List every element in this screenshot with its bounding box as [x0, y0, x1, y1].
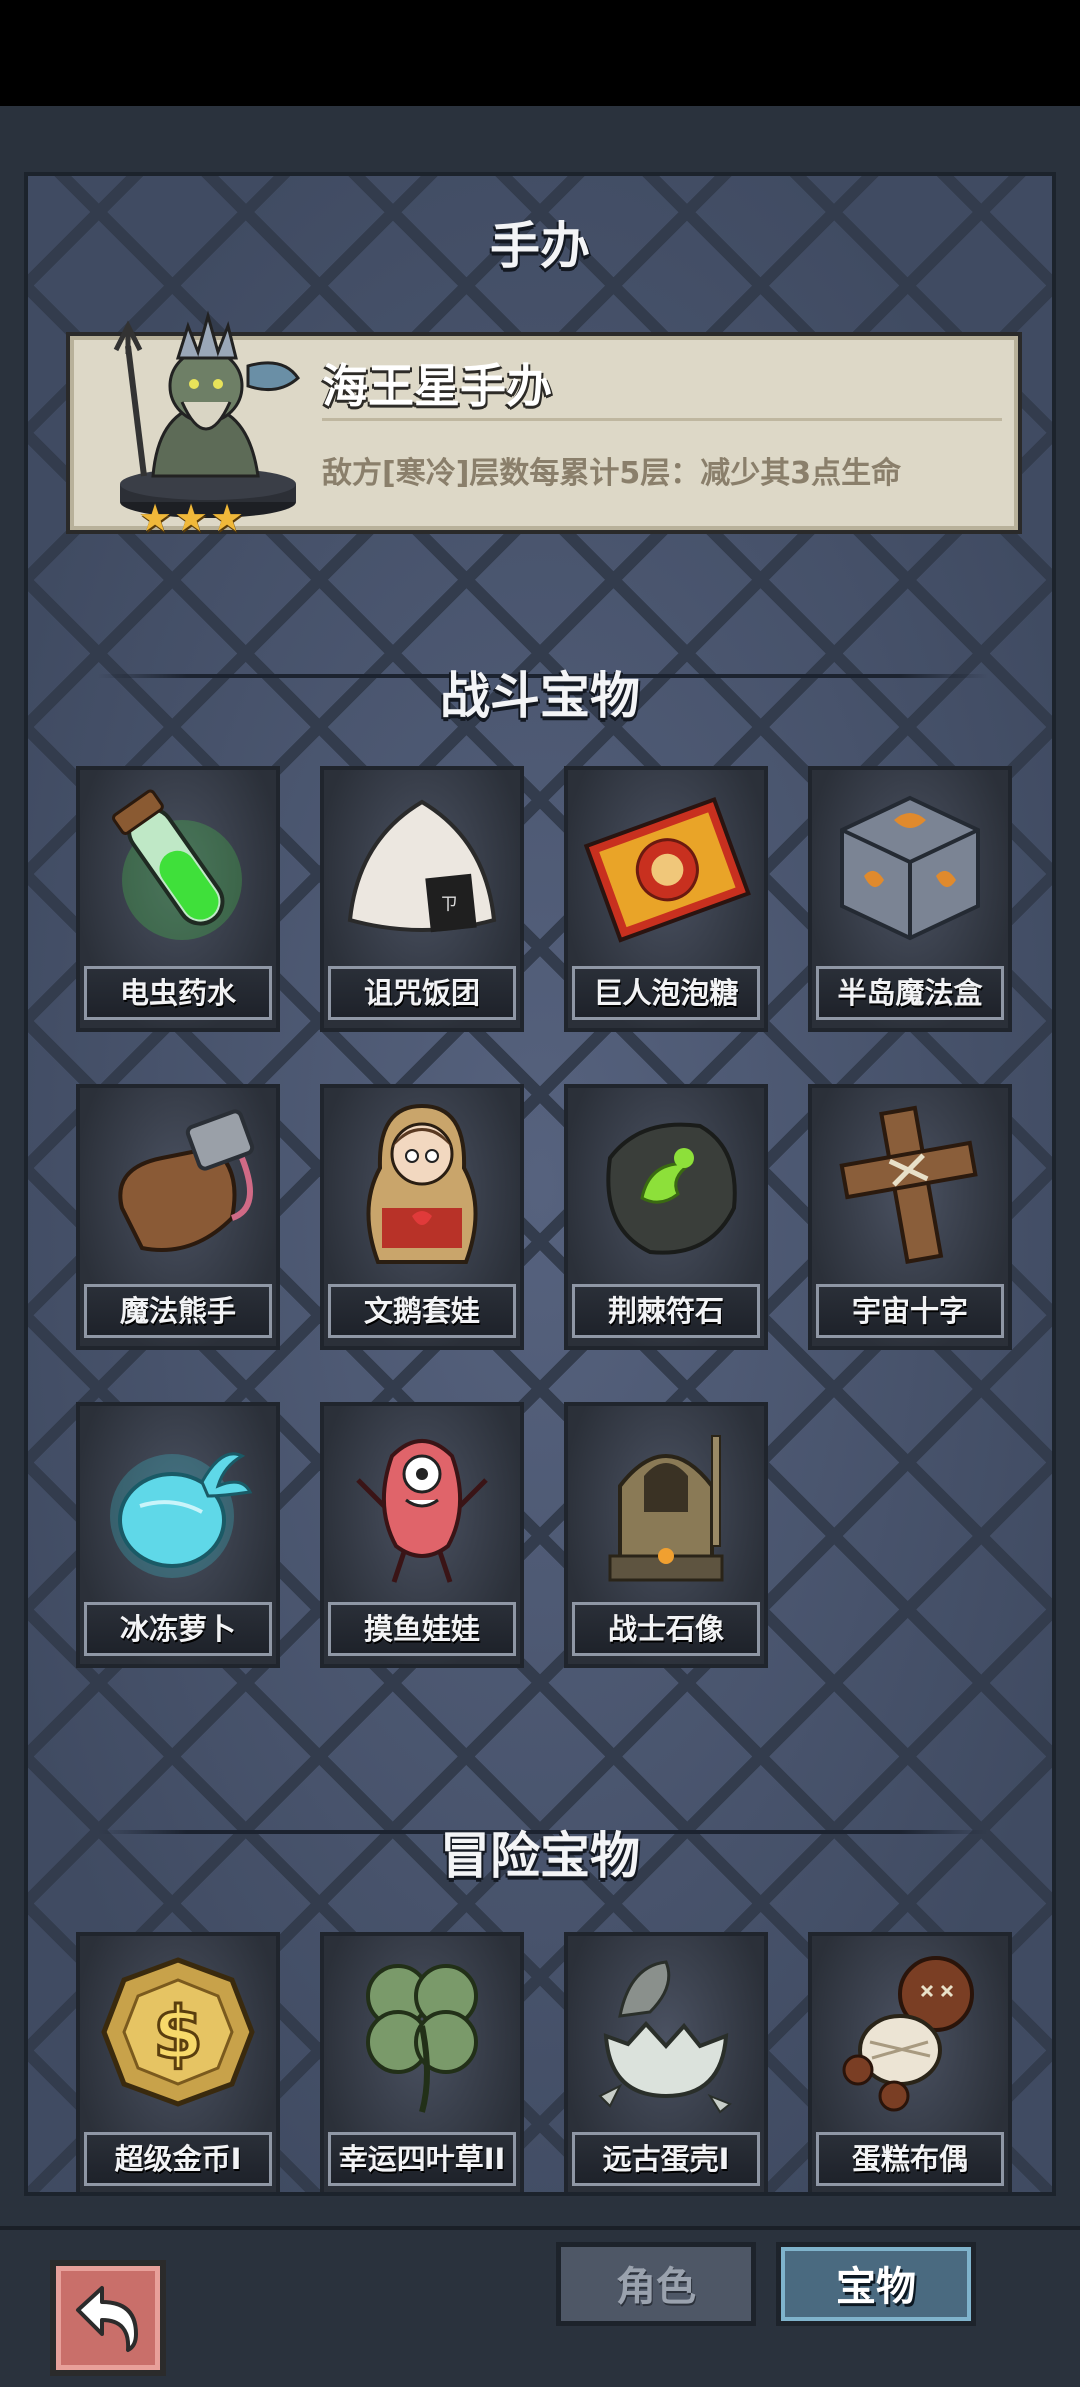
item-label: 文鹅套娃 — [328, 1284, 516, 1338]
four-leaf-clover-icon — [366, 1964, 478, 2113]
tab-role[interactable]: 角色 — [556, 2242, 756, 2326]
adventure-treasure-title: 冒险宝物 — [440, 1827, 640, 1885]
item-label: 摸鱼娃娃 — [328, 1602, 516, 1656]
item-label: 蛋糕布偶 — [816, 2132, 1004, 2186]
content-panel[interactable]: 手办 海王星手办 敌方[寒冷]层数每累计5层：减少其3点生命 ★ ★ ★ 战斗宝… — [24, 172, 1056, 2196]
svg-text:ㄗ: ㄗ — [440, 894, 458, 915]
item-label: 荆棘符石 — [572, 1284, 760, 1338]
item-label: 巨人泡泡糖 — [572, 966, 760, 1020]
item-card[interactable]: 蛋糕布偶 — [808, 1932, 1012, 2192]
gold-coin-icon: $ — [101, 1957, 255, 2107]
star-icon: ★ — [174, 496, 209, 540]
page-title: 手办 — [490, 217, 590, 275]
status-bar — [0, 0, 1080, 106]
item-card[interactable]: 远古蛋壳I — [564, 1932, 768, 2192]
item-label: 半岛魔法盒 — [816, 966, 1004, 1020]
item-card[interactable]: 文鹅套娃 — [320, 1084, 524, 1350]
item-card[interactable]: 幸运四叶草II — [320, 1932, 524, 2192]
item-card[interactable]: ㄗ 诅咒饭团 — [320, 766, 524, 1032]
figure-description: 敌方[寒冷]层数每累计5层：减少其3点生命 — [322, 456, 902, 491]
figure-divider — [322, 418, 1002, 421]
bottom-bar: 角色 宝物 — [0, 2226, 1080, 2387]
item-label: 电虫药水 — [84, 966, 272, 1020]
item-label: 幸运四叶草II — [328, 2132, 516, 2186]
item-label: 冰冻萝卜 — [84, 1602, 272, 1656]
item-card[interactable]: 荆棘符石 — [564, 1084, 768, 1350]
back-arrow-icon — [76, 2286, 138, 2352]
pink-doll-icon — [356, 1439, 488, 1583]
treasure-screen: 手办 海王星手办 敌方[寒冷]层数每累计5层：减少其3点生命 ★ ★ ★ 战斗宝… — [0, 106, 1080, 2226]
neptune-figure-icon — [113, 310, 300, 518]
nesting-doll-icon — [366, 1103, 478, 1264]
green-potion-icon — [112, 789, 242, 940]
bear-paw-icon — [118, 1109, 255, 1252]
item-label: 超级金币I — [84, 2132, 272, 2186]
item-card[interactable]: 摸鱼娃娃 — [320, 1402, 524, 1668]
item-card[interactable]: 电虫药水 — [76, 766, 280, 1032]
warrior-statue-icon — [608, 1435, 724, 1582]
cake-voodoo-doll-icon — [842, 1956, 974, 2112]
bubble-gum-pack-icon — [583, 796, 751, 943]
star-icon: ★ — [210, 496, 245, 540]
figure-name: 海王星手办 — [322, 359, 552, 413]
frozen-radish-icon — [110, 1452, 253, 1578]
item-card[interactable]: 魔法熊手 — [76, 1084, 280, 1350]
item-card[interactable]: $ 超级金币I — [76, 1932, 280, 2192]
item-card[interactable]: 战士石像 — [564, 1402, 768, 1668]
figure-card[interactable]: 海王星手办 敌方[寒冷]层数每累计5层：减少其3点生命 ★ ★ ★ — [66, 310, 1022, 540]
egg-shell-icon — [598, 1960, 732, 2114]
item-label: 诅咒饭团 — [328, 966, 516, 1020]
wooden-cross-icon — [839, 1105, 978, 1264]
item-label: 远古蛋壳I — [572, 2132, 760, 2186]
back-button[interactable] — [50, 2260, 166, 2376]
item-card[interactable]: 半岛魔法盒 — [808, 766, 1012, 1032]
svg-text:$: $ — [153, 1991, 203, 2075]
item-label: 魔法熊手 — [84, 1284, 272, 1338]
rune-stone-icon — [606, 1122, 737, 1255]
rice-ball-icon: ㄗ — [347, 799, 497, 933]
item-label: 战士石像 — [572, 1602, 760, 1656]
item-card[interactable]: 巨人泡泡糖 — [564, 766, 768, 1032]
battle-treasure-title: 战斗宝物 — [440, 667, 640, 725]
star-icon: ★ — [138, 496, 173, 540]
magic-cube-icon — [840, 795, 980, 941]
tab-treasure[interactable]: 宝物 — [776, 2242, 976, 2326]
item-card[interactable]: 宇宙十字 — [808, 1084, 1012, 1350]
item-label: 宇宙十字 — [816, 1284, 1004, 1338]
item-card[interactable]: 冰冻萝卜 — [76, 1402, 280, 1668]
